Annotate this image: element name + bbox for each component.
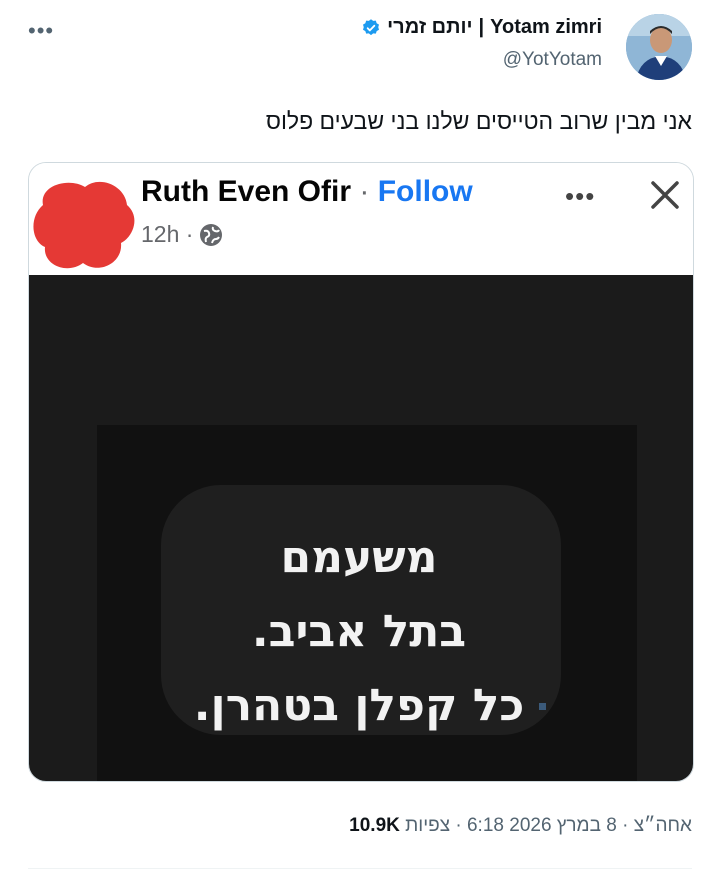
image-quote-text: משעמם בתל אביב. כל קפלן בטהרן. bbox=[89, 521, 629, 743]
author-name-row[interactable]: יותם זמרי | Yotam zimri bbox=[361, 16, 602, 39]
author-name-latin[interactable]: Yotam zimri bbox=[490, 16, 602, 39]
embedded-screenshot[interactable]: Ruth Even Ofir · Follow 12h · ••• משעמם … bbox=[28, 162, 694, 782]
post-image: משעמם בתל אביב. כל קפלן בטהרן. bbox=[29, 275, 693, 781]
divider bbox=[28, 868, 692, 869]
fb-follow-button[interactable]: Follow bbox=[378, 175, 473, 208]
tweet-more-button[interactable]: ••• bbox=[28, 18, 54, 44]
fb-dot-separator: · bbox=[359, 175, 370, 208]
quote-line-2: בתל אביב. bbox=[251, 606, 467, 657]
quote-line-1: משעמם bbox=[280, 532, 438, 583]
tweet-text: אני מבין שרוב הטייסים שלנו בני שבעים פלו… bbox=[265, 108, 692, 134]
fb-author-name[interactable]: Ruth Even Ofir bbox=[141, 175, 351, 208]
author-handle[interactable]: @YotYotam bbox=[361, 49, 602, 71]
globe-icon bbox=[200, 223, 223, 246]
close-icon[interactable] bbox=[647, 177, 683, 213]
fb-author-line: Ruth Even Ofir · Follow bbox=[141, 175, 473, 209]
fb-post-header: Ruth Even Ofir · Follow 12h · ••• bbox=[29, 163, 693, 273]
fb-more-button[interactable]: ••• bbox=[565, 181, 595, 212]
tweet-author[interactable]: יותם זמרי | Yotam zimri @YotYotam bbox=[361, 16, 602, 71]
fb-post-meta: 12h · bbox=[141, 221, 223, 248]
tweet-meta: אחה״צ · 8 במרץ 2026 6:18 · צפיות 10.9K bbox=[349, 815, 692, 837]
tweet-views-count: 10.9K bbox=[349, 815, 400, 836]
quote-line-3: כל קפלן בטהרן. bbox=[193, 680, 525, 731]
author-name-separator: | bbox=[478, 16, 485, 38]
avatar-image bbox=[626, 14, 692, 80]
fb-post-time: 12h · bbox=[141, 221, 194, 247]
verified-badge-icon bbox=[363, 18, 380, 35]
tweet-views-label: צפיות bbox=[405, 815, 451, 836]
tweet-datetime[interactable]: אחה״צ · 8 במרץ 2026 6:18 · bbox=[455, 815, 692, 836]
author-name-hebrew[interactable]: יותם זמרי bbox=[387, 16, 472, 39]
avatar[interactable] bbox=[626, 14, 692, 80]
redacted-profile-scribble bbox=[33, 181, 135, 269]
